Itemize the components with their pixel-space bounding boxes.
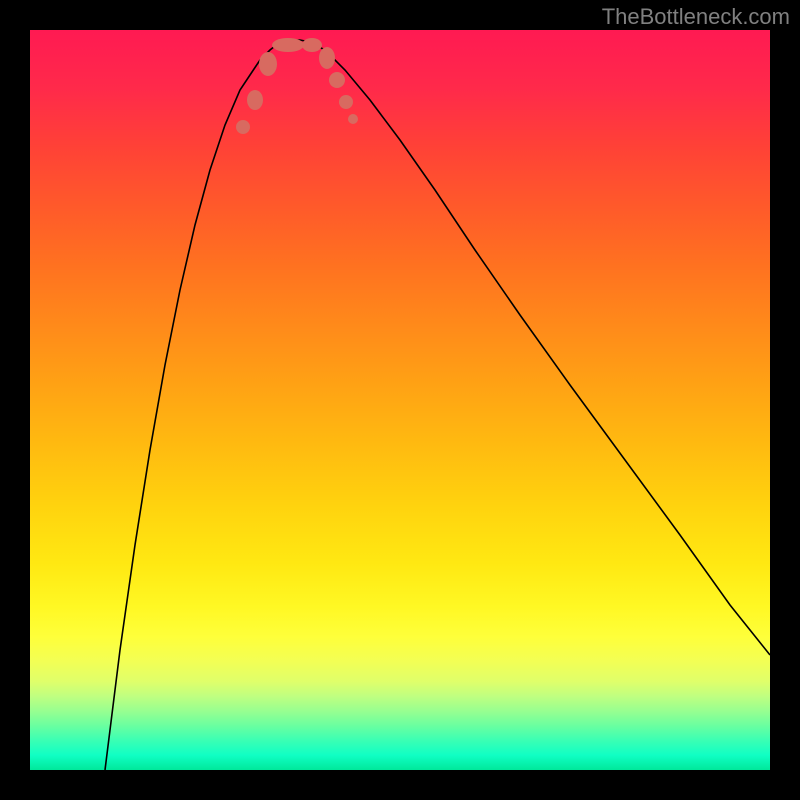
data-marker [348,114,358,124]
data-marker [272,38,304,52]
right-curve [310,42,770,655]
data-marker [339,95,353,109]
watermark-text: TheBottleneck.com [602,4,790,30]
data-marker [247,90,263,110]
chart-plot-area [30,30,770,770]
data-marker [329,72,345,88]
data-marker [236,120,250,134]
data-marker [259,52,277,76]
markers-group [236,38,358,134]
left-curve [105,42,280,770]
data-marker [319,47,335,69]
data-marker [302,38,322,52]
chart-svg [30,30,770,770]
